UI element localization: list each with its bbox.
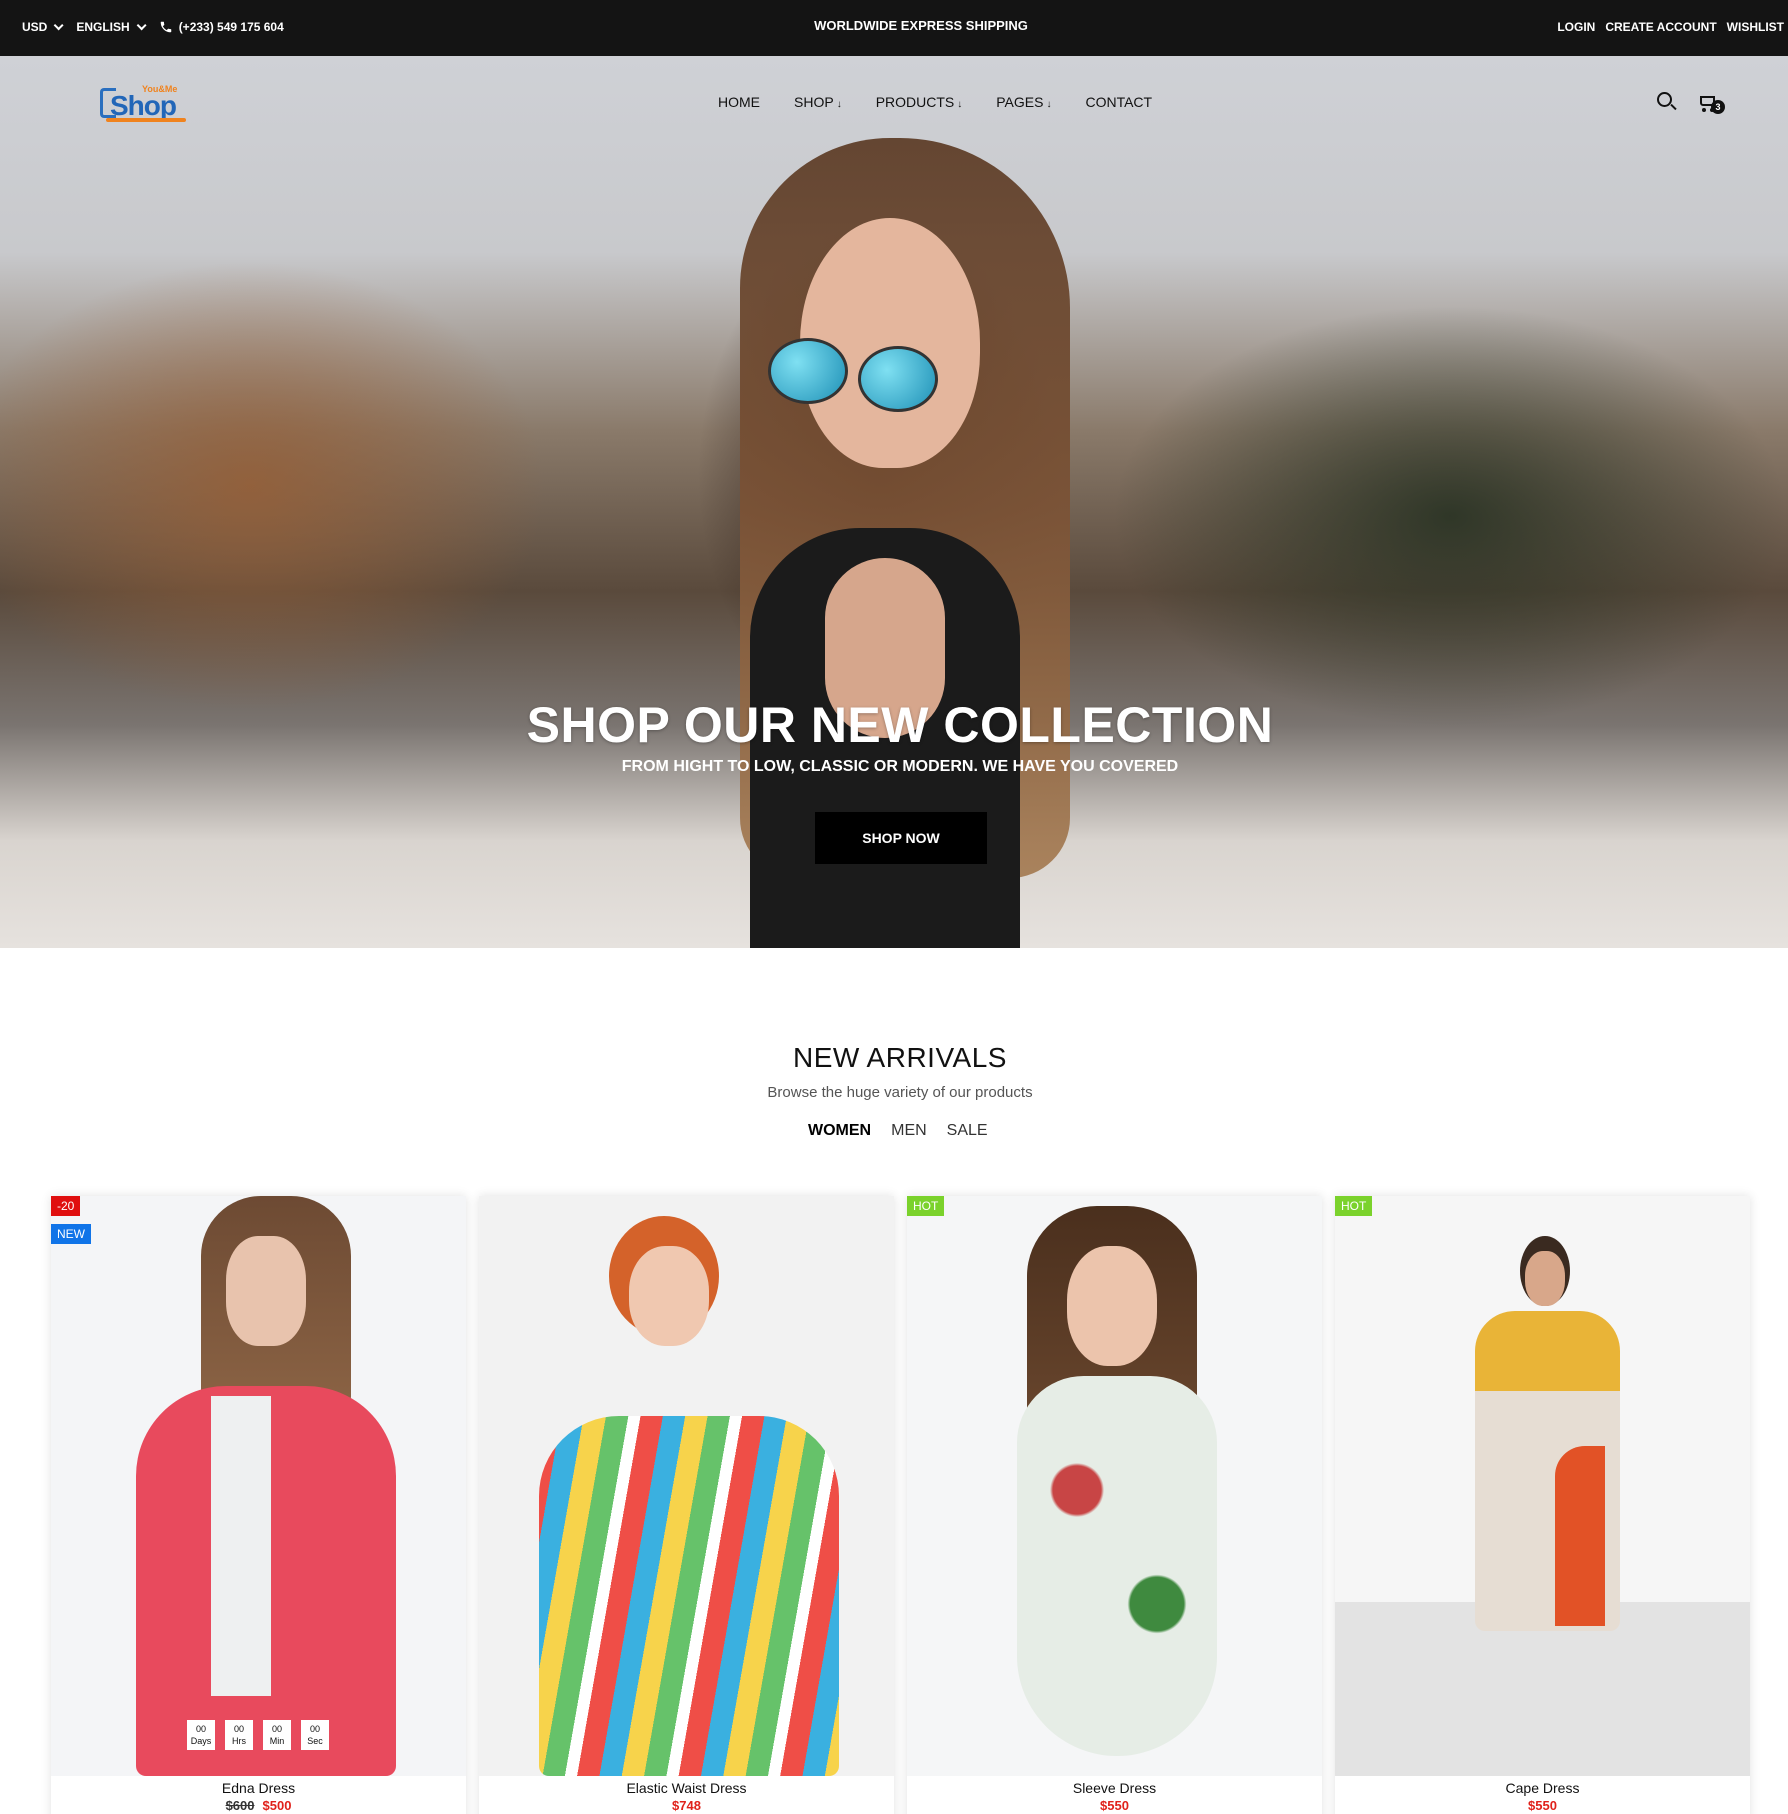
hero-subtitle: FROM HIGHT TO LOW, CLASSIC OR MODERN. WE…: [621, 758, 1179, 775]
product-card[interactable]: Elastic Waist Dress $748: [479, 1196, 894, 1814]
tab-sale[interactable]: SALE: [947, 1122, 988, 1140]
cart-count-badge: 3: [1711, 100, 1725, 114]
arrow-down-icon: ↓: [1046, 99, 1052, 110]
discount-badge: -20: [51, 1196, 81, 1216]
product-image[interactable]: [907, 1196, 1322, 1776]
arrow-down-icon: ↓: [957, 99, 963, 110]
login-link[interactable]: LOGIN: [1557, 20, 1595, 34]
product-name[interactable]: Edna Dress: [51, 1780, 466, 1796]
shop-logo[interactable]: You&Me Shop: [100, 78, 190, 124]
current-price: $550: [1100, 1798, 1129, 1813]
cart-icon[interactable]: 3: [1697, 92, 1725, 114]
product-price: $748: [479, 1798, 894, 1813]
nav-products[interactable]: PRODUCTS ↓: [876, 94, 963, 110]
product-image[interactable]: [479, 1196, 894, 1776]
new-badge: NEW: [51, 1224, 91, 1244]
countdown-days: 00 Days: [187, 1720, 215, 1750]
product-name[interactable]: Sleeve Dress: [907, 1780, 1322, 1796]
tab-men[interactable]: MEN: [891, 1122, 927, 1140]
product-card[interactable]: HOT Sleeve Dress $550: [907, 1196, 1322, 1814]
create-account-link[interactable]: CREATE ACCOUNT: [1605, 20, 1716, 34]
product-name[interactable]: Cape Dress: [1335, 1780, 1750, 1796]
section-title: NEW ARRIVALS: [793, 1042, 1007, 1073]
product-price: $600 $500: [51, 1798, 466, 1813]
tab-women[interactable]: WOMEN: [808, 1122, 871, 1140]
wishlist-link[interactable]: WISHLIST: [1727, 20, 1784, 34]
product-card[interactable]: HOT Cape Dress $550: [1335, 1196, 1750, 1814]
main-navigation: You&Me Shop HOME SHOP ↓ PRODUCTS ↓ PAGES ↓ …: [0, 56, 1788, 146]
product-image[interactable]: [1335, 1196, 1750, 1776]
search-icon[interactable]: [1657, 92, 1677, 112]
sale-countdown: 00 Days 00 Hrs 00 Min 00 Sec: [187, 1720, 329, 1750]
hot-badge: HOT: [907, 1196, 945, 1216]
nav-home[interactable]: HOME: [718, 94, 760, 110]
hot-badge: HOT: [1335, 1196, 1373, 1216]
countdown-seconds: 00 Sec: [301, 1720, 329, 1750]
hero-title: SHOP OUR NEW COLLECTION: [526, 697, 1274, 753]
current-price: $550: [1528, 1798, 1557, 1813]
arrow-down-icon: ↓: [836, 99, 842, 110]
current-price: $500: [262, 1798, 292, 1813]
top-bar: USD ENGLISH (+233) 549 175 604 WORLDWIDE…: [0, 0, 1788, 56]
nav-contact[interactable]: CONTACT: [1085, 94, 1152, 110]
shop-now-button[interactable]: SHOP NOW: [815, 812, 987, 864]
countdown-minutes: 00 Min: [263, 1720, 291, 1750]
hero-text: SHOP OUR NEW COLLECTION FROM HIGHT TO LO…: [0, 696, 1788, 775]
nav-pages[interactable]: PAGES ↓: [996, 94, 1051, 110]
current-price: $748: [672, 1798, 701, 1813]
nav-shop[interactable]: SHOP ↓: [794, 94, 842, 110]
countdown-hours: 00 Hrs: [225, 1720, 253, 1750]
category-tabs: WOMEN MEN SALE: [808, 1122, 988, 1140]
product-card[interactable]: -20 NEW 00 Days 00 Hrs 00 Min 00 Sec Edna Dr…: [51, 1196, 466, 1814]
old-price: $600: [225, 1798, 255, 1813]
section-subtitle: Browse the huge variety of our products: [767, 1084, 1033, 1101]
product-name[interactable]: Elastic Waist Dress: [479, 1780, 894, 1796]
product-price: $550: [907, 1798, 1322, 1813]
shipping-promo: WORLDWIDE EXPRESS SHIPPING: [814, 18, 1028, 33]
product-price: $550: [1335, 1798, 1750, 1813]
product-image[interactable]: [51, 1196, 466, 1776]
